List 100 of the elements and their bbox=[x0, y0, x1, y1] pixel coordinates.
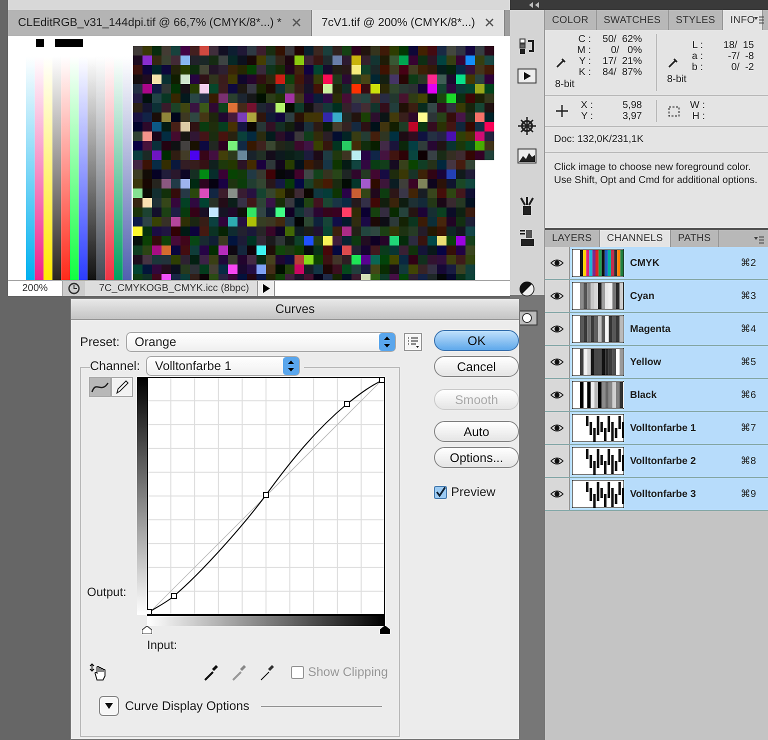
eye-icon bbox=[550, 390, 564, 400]
preset-options-icon[interactable] bbox=[404, 333, 422, 351]
dropdown-arrows-icon bbox=[283, 357, 300, 375]
crosshair-icon bbox=[555, 104, 569, 118]
pencil-icon bbox=[115, 379, 129, 395]
dropdown-arrows-icon bbox=[378, 333, 395, 351]
dialog-button[interactable]: Options... bbox=[434, 447, 519, 468]
input-slider[interactable] bbox=[142, 626, 152, 634]
dialog-button[interactable]: Cancel bbox=[434, 356, 519, 377]
panel-tab[interactable]: CHANNELS bbox=[600, 230, 671, 247]
shortcut-label: ⌘8 bbox=[740, 455, 757, 467]
channel-row[interactable]: Black ⌘6 bbox=[570, 379, 768, 411]
dialog-button[interactable]: OK bbox=[434, 330, 519, 351]
eye-icon bbox=[550, 456, 564, 466]
dialog-button[interactable]: Auto bbox=[434, 421, 519, 442]
curve-graph[interactable] bbox=[147, 377, 385, 615]
eye-icon bbox=[550, 357, 564, 367]
channel-row[interactable]: Yellow ⌘5 bbox=[570, 346, 768, 378]
curve-icon bbox=[91, 380, 109, 394]
channel-row[interactable]: Cyan ⌘3 bbox=[570, 280, 768, 312]
channel-row[interactable]: Volltonfarbe 3 ⌘9 bbox=[570, 478, 768, 510]
input-label: Input: bbox=[147, 637, 178, 652]
preview-checkbox[interactable]: Preview bbox=[434, 485, 519, 499]
shortcut-label: ⌘9 bbox=[740, 488, 757, 500]
channel-label: Channel: bbox=[90, 359, 140, 373]
size-label: H : bbox=[691, 111, 705, 122]
coordinate-value: 5,98 bbox=[622, 100, 643, 111]
color-profile-label: 7C_CMYKOGB_CMYK.icc (8bpc) bbox=[85, 281, 258, 296]
channel-label: Y : bbox=[578, 56, 591, 67]
preset-label: Preset: bbox=[80, 335, 120, 349]
channel-label: a : bbox=[690, 50, 703, 62]
channel-row[interactable]: CMYK ⌘2 bbox=[570, 247, 768, 279]
channel-value: 50/ 62% bbox=[602, 34, 643, 45]
size-label: W : bbox=[689, 100, 705, 111]
channel-label: K : bbox=[578, 67, 591, 78]
shortcut-label: ⌘2 bbox=[740, 257, 757, 269]
shortcut-label: ⌘3 bbox=[740, 290, 757, 302]
channel-value: -7/ -8 bbox=[726, 50, 755, 62]
shortcut-label: ⌘4 bbox=[740, 323, 757, 335]
marquee-icon bbox=[667, 104, 681, 118]
eye-icon bbox=[550, 291, 564, 301]
visibility-toggle[interactable] bbox=[545, 247, 570, 279]
eyedropper-icon[interactable] bbox=[203, 662, 221, 682]
eyedropper-icon[interactable] bbox=[259, 662, 277, 682]
document-tab-title: 7cV1.tif @ 200% (CMYK/8*...) bbox=[322, 16, 476, 29]
curve-tool-button[interactable] bbox=[89, 377, 111, 397]
clock-icon[interactable] bbox=[63, 281, 85, 296]
eye-icon bbox=[550, 258, 564, 268]
shortcut-label: ⌘7 bbox=[740, 422, 757, 434]
info-hint-text: Click image to choose new foreground color. Use Shift, Opt and Cmd for additional options. bbox=[554, 161, 758, 187]
preset-dropdown[interactable]: Orange bbox=[126, 332, 396, 352]
visibility-toggle[interactable] bbox=[545, 346, 570, 378]
channel-row[interactable]: Magenta ⌘4 bbox=[570, 313, 768, 345]
histogram-icon[interactable] bbox=[517, 148, 537, 164]
circle-icon[interactable] bbox=[518, 280, 536, 298]
visibility-toggle[interactable] bbox=[545, 379, 570, 411]
visibility-toggle[interactable] bbox=[545, 313, 570, 345]
eye-icon bbox=[550, 423, 564, 433]
dialog-title: Curves bbox=[275, 302, 315, 316]
bit-depth-label: 8-bit bbox=[555, 78, 576, 91]
channel-value: 84/ 87% bbox=[602, 67, 643, 78]
play-icon[interactable] bbox=[517, 68, 537, 84]
visibility-toggle[interactable] bbox=[545, 478, 570, 510]
channel-row[interactable]: Volltonfarbe 1 ⌘7 bbox=[570, 412, 768, 444]
channel-label: L : bbox=[691, 40, 703, 50]
channel-row[interactable]: Volltonfarbe 2 ⌘8 bbox=[570, 445, 768, 477]
visibility-toggle[interactable] bbox=[545, 412, 570, 444]
document-tab[interactable]: 7cV1.tif @ 200% (CMYK/8*...) bbox=[312, 10, 506, 36]
channel-label: C : bbox=[577, 34, 591, 45]
channel-label: b : bbox=[690, 62, 703, 72]
shortcut-label: ⌘6 bbox=[740, 389, 757, 401]
document-tab[interactable]: CLEditRGB_v31_144dpi.tif @ 66,7% (CMYK/8*...) * bbox=[8, 10, 312, 36]
channel-dropdown[interactable]: Volltonfarbe 1 bbox=[146, 356, 300, 376]
channel-value: 17/ 21% bbox=[602, 56, 643, 67]
document-tab-title: CLEditRGB_v31_144dpi.tif @ 66,7% (CMYK/8*...) * bbox=[18, 16, 282, 29]
bit-depth-label: 8-bit bbox=[667, 72, 688, 86]
panel-tab[interactable]: SWATCHES bbox=[596, 10, 669, 30]
curve-tool-button[interactable] bbox=[111, 377, 133, 397]
eyedropper-icon bbox=[667, 56, 679, 68]
panel-menu-icon[interactable] bbox=[754, 16, 764, 24]
panel-tab[interactable]: COLOR bbox=[545, 10, 597, 30]
channel-value: 0/ -2 bbox=[730, 62, 755, 72]
channel-label: M : bbox=[576, 45, 591, 56]
output-label: Output: bbox=[87, 585, 128, 599]
shortcut-label: ⌘5 bbox=[740, 356, 757, 368]
panel-tab[interactable]: INFO bbox=[723, 10, 763, 30]
channel-value: 18/ 15 bbox=[722, 40, 755, 50]
disclosure-triangle-icon bbox=[104, 702, 114, 710]
panel-menu-icon[interactable] bbox=[754, 236, 764, 244]
compass-icon[interactable] bbox=[517, 116, 537, 136]
visibility-toggle[interactable] bbox=[545, 445, 570, 477]
visibility-toggle[interactable] bbox=[545, 280, 570, 312]
coordinate-label: Y : bbox=[580, 111, 593, 122]
disclosure-button[interactable] bbox=[99, 696, 119, 716]
channel-value: 0/ 0% bbox=[610, 45, 643, 56]
close-icon[interactable] bbox=[485, 18, 494, 28]
curve-display-options-label: Curve Display Options bbox=[125, 699, 250, 713]
coordinate-label: X : bbox=[580, 100, 593, 111]
close-icon[interactable] bbox=[292, 18, 301, 28]
input-slider[interactable] bbox=[380, 626, 390, 634]
